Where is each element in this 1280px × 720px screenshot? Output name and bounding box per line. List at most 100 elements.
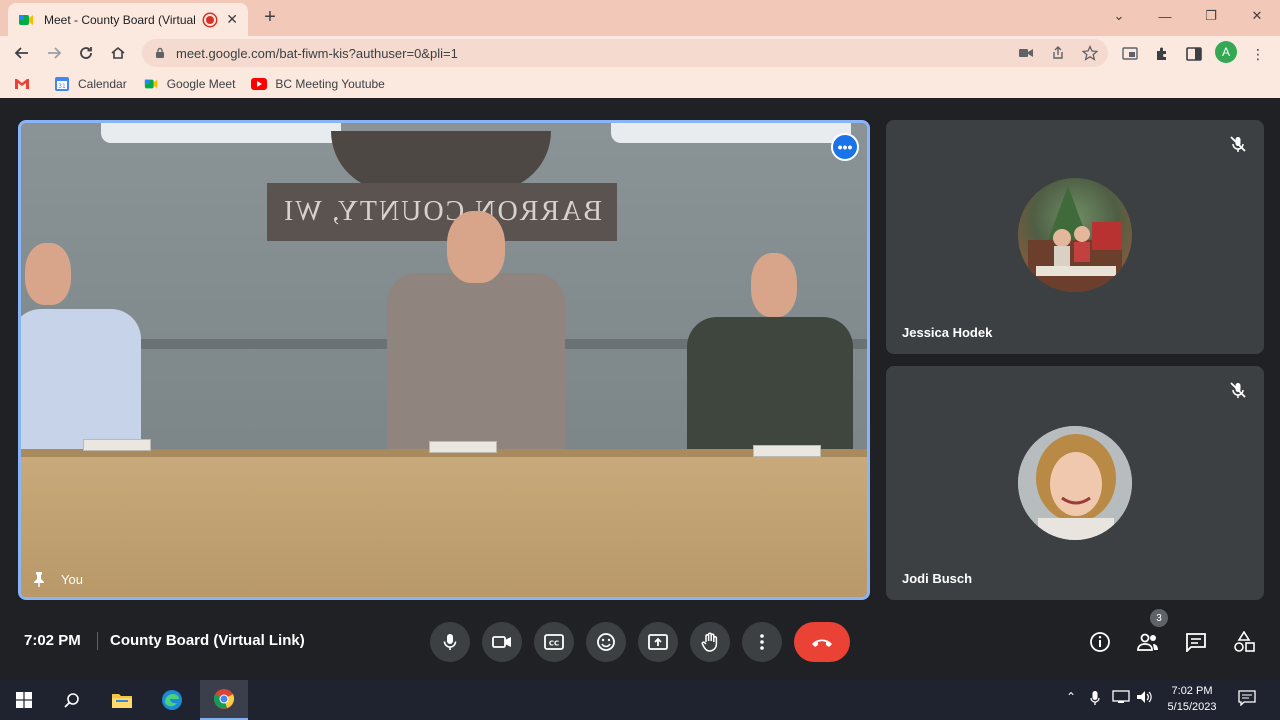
ceiling-light [101, 123, 341, 143]
county-seal-graphic [331, 131, 551, 191]
mic-off-icon [1230, 136, 1246, 152]
search-button[interactable] [48, 680, 96, 720]
address-bar[interactable]: meet.google.com/bat-fiwm-kis?authuser=0&… [142, 39, 1108, 67]
camera-in-use-icon[interactable] [1016, 43, 1036, 63]
meet-icon [19, 14, 33, 25]
divider [97, 632, 98, 650]
participant-name: Jodi Busch [902, 571, 973, 586]
meet-stage: BARRON COUNTY, WI ••• You Jessica Hodek … [0, 104, 1280, 680]
show-hidden-icons-chevron-icon[interactable]: ⌃ [1066, 690, 1076, 704]
new-tab-button[interactable]: + [258, 6, 282, 30]
recording-indicator-icon [204, 13, 217, 26]
minimize-button[interactable]: — [1142, 0, 1188, 32]
bookmarks-bar: 31 Calendar Google Meet BC Meeting Youtu… [0, 70, 1280, 98]
start-button[interactable] [0, 680, 48, 720]
browser-toolbar: meet.google.com/bat-fiwm-kis?authuser=0&… [0, 36, 1280, 70]
restore-button[interactable]: ❐ [1188, 0, 1234, 32]
reactions-button[interactable] [586, 622, 626, 662]
participant-tile-jessica-hodek[interactable]: Jessica Hodek [886, 120, 1264, 354]
people-count-badge: 3 [1150, 609, 1168, 627]
forward-button[interactable] [41, 40, 67, 66]
meeting-details-button[interactable] [1086, 628, 1114, 656]
arrow-left-icon [14, 47, 28, 59]
home-icon [111, 46, 125, 59]
volume-icon[interactable] [1136, 690, 1154, 707]
windows-logo-icon [16, 692, 32, 708]
pin-icon [34, 572, 44, 587]
meeting-title: County Board (Virtual Link) [110, 632, 305, 649]
bookmark-google-meet[interactable]: Google Meet [143, 77, 235, 91]
browser-tab-bar: Meet - County Board (Virtual ✕ + ⌄ — ❐ ✕ [0, 0, 1280, 36]
nameplate [83, 439, 151, 451]
nameplate [753, 445, 821, 457]
activities-shapes-icon [1234, 631, 1255, 652]
chrome-browser-button[interactable] [200, 680, 248, 720]
reload-button[interactable] [73, 40, 99, 66]
folder-icon [112, 694, 132, 708]
bookmark-bc-meeting-youtube[interactable]: BC Meeting Youtube [251, 77, 385, 91]
leave-call-button[interactable] [794, 622, 850, 662]
extensions-puzzle-icon[interactable] [1152, 44, 1172, 64]
people-icon [1137, 633, 1158, 651]
microphone-tray-icon[interactable] [1090, 690, 1100, 709]
close-tab-button[interactable]: ✕ [226, 11, 238, 28]
url-text: meet.google.com/bat-fiwm-kis?authuser=0&… [176, 45, 458, 61]
share-icon[interactable] [1048, 43, 1068, 63]
home-button[interactable] [105, 40, 131, 66]
notifications-icon[interactable] [1238, 690, 1256, 709]
close-window-button[interactable]: ✕ [1234, 0, 1280, 32]
back-button[interactable] [9, 40, 35, 66]
chat-button[interactable] [1182, 628, 1210, 656]
participant-avatar [1018, 426, 1132, 540]
participant-tile-jodi-busch[interactable]: Jodi Busch [886, 366, 1264, 600]
camera-button[interactable] [482, 622, 522, 662]
main-video-tile[interactable]: BARRON COUNTY, WI ••• You [18, 120, 870, 600]
christmas-photo-image [1028, 186, 1122, 292]
tab-search-chevron-icon[interactable]: ⌄ [1096, 0, 1142, 32]
captions-button[interactable]: CC [534, 622, 574, 662]
calendar-icon: 31 [55, 77, 69, 91]
closed-captions-icon: CC [544, 634, 564, 650]
participant-name: Jessica Hodek [902, 325, 993, 340]
meet-control-bar: 7:02 PM County Board (Virtual Link) CC [0, 608, 1280, 680]
hang-up-icon [812, 639, 832, 647]
network-icon[interactable] [1112, 690, 1130, 707]
participant-avatar [1018, 178, 1132, 292]
portrait-photo-image [1018, 426, 1132, 540]
people-button[interactable] [1134, 628, 1162, 656]
seal-text: BARRON COUNTY, WI [282, 196, 602, 227]
mic-off-icon [1230, 382, 1246, 398]
video-camera-icon [492, 636, 511, 648]
tile-options-button[interactable]: ••• [831, 133, 859, 161]
search-icon [64, 693, 79, 708]
side-panel-icon[interactable] [1184, 44, 1204, 64]
profile-avatar[interactable]: A [1215, 41, 1237, 63]
microphone-button[interactable] [430, 622, 470, 662]
desk [21, 449, 867, 597]
browser-menu-kebab-icon[interactable]: ⋮ [1248, 44, 1268, 64]
bookmark-calendar[interactable]: 31 Calendar [54, 77, 127, 91]
cast-icon[interactable] [1120, 44, 1140, 64]
chat-bubble-icon [1186, 633, 1206, 652]
bookmark-gmail[interactable] [14, 77, 38, 91]
chrome-icon [213, 689, 235, 709]
meeting-clock: 7:02 PM [24, 632, 81, 649]
main-tile-name: You [61, 571, 83, 587]
file-explorer-button[interactable] [98, 680, 146, 720]
taskbar-date: 5/15/2023 [1167, 701, 1217, 713]
raise-hand-button[interactable] [690, 622, 730, 662]
present-screen-icon [648, 634, 668, 650]
taskbar-clock[interactable]: 7:02 PM 5/15/2023 [1162, 683, 1222, 715]
more-options-button[interactable] [742, 622, 782, 662]
activities-button[interactable] [1230, 628, 1258, 656]
meet-icon [144, 79, 157, 89]
edge-browser-button[interactable] [148, 680, 196, 720]
present-screen-button[interactable] [638, 622, 678, 662]
edge-icon [162, 690, 182, 710]
browser-tab-meet[interactable]: Meet - County Board (Virtual ✕ [8, 3, 248, 36]
info-icon [1090, 632, 1110, 652]
bookmark-star-icon[interactable] [1080, 43, 1100, 63]
arrow-right-icon [48, 47, 62, 59]
taskbar-time: 7:02 PM [1171, 685, 1213, 697]
lock-icon [156, 47, 164, 58]
